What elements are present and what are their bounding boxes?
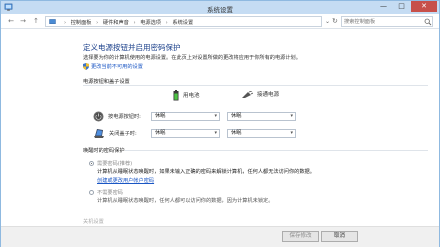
- no-password-option[interactable]: 不需要密码: [89, 189, 123, 196]
- refresh-icon[interactable]: ↻: [332, 17, 338, 25]
- footer-bar: 保存修改 取消: [1, 226, 439, 247]
- power-button-icon: [93, 111, 104, 122]
- breadcrumb-item-power-options[interactable]: 电源选项: [140, 20, 161, 26]
- no-password-radio[interactable]: [89, 190, 94, 195]
- plugged-in-column-label: 接通电源: [257, 92, 280, 98]
- search-icon[interactable]: [424, 18, 432, 26]
- lid-row-label: 关闭盖子时:: [93, 128, 137, 139]
- back-arrow-icon[interactable]: ←: [6, 17, 16, 26]
- require-password-label: 需要密码(推荐): [97, 161, 133, 167]
- wake-password-section-title: 唤醒时的密码保护: [83, 148, 125, 154]
- chevron-down-icon: ▾: [214, 113, 217, 119]
- save-changes-button[interactable]: 保存修改: [282, 231, 319, 242]
- control-panel-small-icon: [49, 19, 56, 24]
- shutdown-section-title: 关机设置: [83, 219, 104, 225]
- require-password-option[interactable]: 需要密码(推荐): [89, 160, 132, 167]
- page-description: 选择要为你的计算机使用的电源设置。在此页上对设置所做的更改将应用于你所有的电源计…: [83, 55, 301, 61]
- breadcrumb-item-control-panel[interactable]: 控制面板: [71, 20, 92, 26]
- battery-column-header: 用电池: [173, 90, 200, 101]
- chevron-down-icon: ▾: [290, 130, 293, 136]
- breadcrumb-item-hardware-sound[interactable]: 硬件和声音: [103, 20, 129, 26]
- change-settings-label: 更改当前不可用的设置: [91, 64, 143, 70]
- search-input[interactable]: [344, 18, 422, 26]
- breadcrumb-item-system-settings[interactable]: 系统设置: [172, 20, 193, 26]
- change-unavailable-settings-link[interactable]: 更改当前不可用的设置: [83, 63, 143, 70]
- breadcrumb: › 控制面板 › 硬件和声音 › 电源选项 › 系统设置: [61, 19, 193, 26]
- navigation-bar: ← → ↑ › 控制面板 › 硬件和声音 › 电源选项 › 系统设置 ⌄ ↻: [1, 14, 439, 29]
- close-button[interactable]: ✕: [411, 1, 437, 12]
- section-divider: [83, 85, 428, 86]
- lid-battery-select[interactable]: 休眠 ▾: [151, 129, 220, 138]
- title-bar[interactable]: 系统设置 — □ ✕: [1, 1, 439, 14]
- chevron-down-icon: ▾: [290, 113, 293, 119]
- lid-icon: [94, 129, 104, 138]
- forward-arrow-icon[interactable]: →: [18, 17, 28, 26]
- require-password-radio[interactable]: [89, 161, 94, 166]
- uac-shield-icon: [83, 63, 89, 70]
- power-buttons-section-title: 电源按钮和盖子设置: [83, 79, 130, 85]
- up-arrow-icon[interactable]: ↑: [31, 17, 41, 26]
- create-change-password-link[interactable]: 创建或更改用户帐户密码: [97, 177, 154, 184]
- chevron-down-icon: ▾: [214, 130, 217, 136]
- window-title: 系统设置: [207, 6, 233, 14]
- require-password-description: 计算机从睡眠状态唤醒时，如果未输入正确的密码来解锁计算机，任何人都无法访问你的数…: [97, 169, 315, 175]
- maximize-button[interactable]: □: [393, 1, 410, 12]
- breadcrumb-separator: ›: [165, 20, 168, 26]
- no-password-description: 计算机从睡眠状态唤醒时，任何人都可以访问你的数据，因为计算机未锁定。: [97, 198, 274, 204]
- minimize-button[interactable]: —: [375, 1, 392, 12]
- breadcrumb-separator: ›: [133, 20, 136, 26]
- lid-plugged-select[interactable]: 休眠 ▾: [227, 129, 296, 138]
- plugged-in-column-header: 接通电源: [241, 90, 279, 99]
- page-title: 定义电源按钮并启用密码保护: [83, 43, 181, 52]
- power-button-battery-value: 休眠: [155, 113, 166, 119]
- breadcrumb-separator: ›: [96, 20, 99, 26]
- power-button-row-label: 按电源按钮时:: [93, 111, 141, 122]
- lid-plugged-value: 休眠: [231, 130, 242, 136]
- battery-icon: [173, 90, 179, 101]
- battery-column-label: 用电池: [183, 93, 200, 99]
- power-button-battery-select[interactable]: 休眠 ▾: [151, 112, 220, 121]
- system-settings-window: 系统设置 — □ ✕ ← → ↑ › 控制面板 › 硬件和声音 › 电源选项 ›…: [0, 0, 440, 247]
- address-bar[interactable]: › 控制面板 › 硬件和声音 › 电源选项 › 系统设置: [45, 16, 322, 27]
- breadcrumb-separator: ›: [64, 20, 67, 26]
- no-password-label: 不需要密码: [97, 190, 123, 196]
- power-button-plugged-select[interactable]: 休眠 ▾: [227, 112, 296, 121]
- power-button-label: 按电源按钮时:: [108, 114, 141, 120]
- section-divider: [125, 150, 428, 151]
- lid-label: 关闭盖子时:: [109, 131, 137, 137]
- main-content: 定义电源按钮并启用密码保护 选择要为你的计算机使用的电源设置。在此页上对设置所做…: [1, 30, 439, 226]
- plug-icon: [242, 90, 254, 98]
- address-dropdown-chevron-icon[interactable]: ⌄: [325, 18, 330, 25]
- power-button-plugged-value: 休眠: [231, 113, 242, 119]
- search-box: [341, 16, 433, 27]
- lid-battery-value: 休眠: [155, 130, 166, 136]
- cancel-button[interactable]: 取消: [321, 231, 358, 242]
